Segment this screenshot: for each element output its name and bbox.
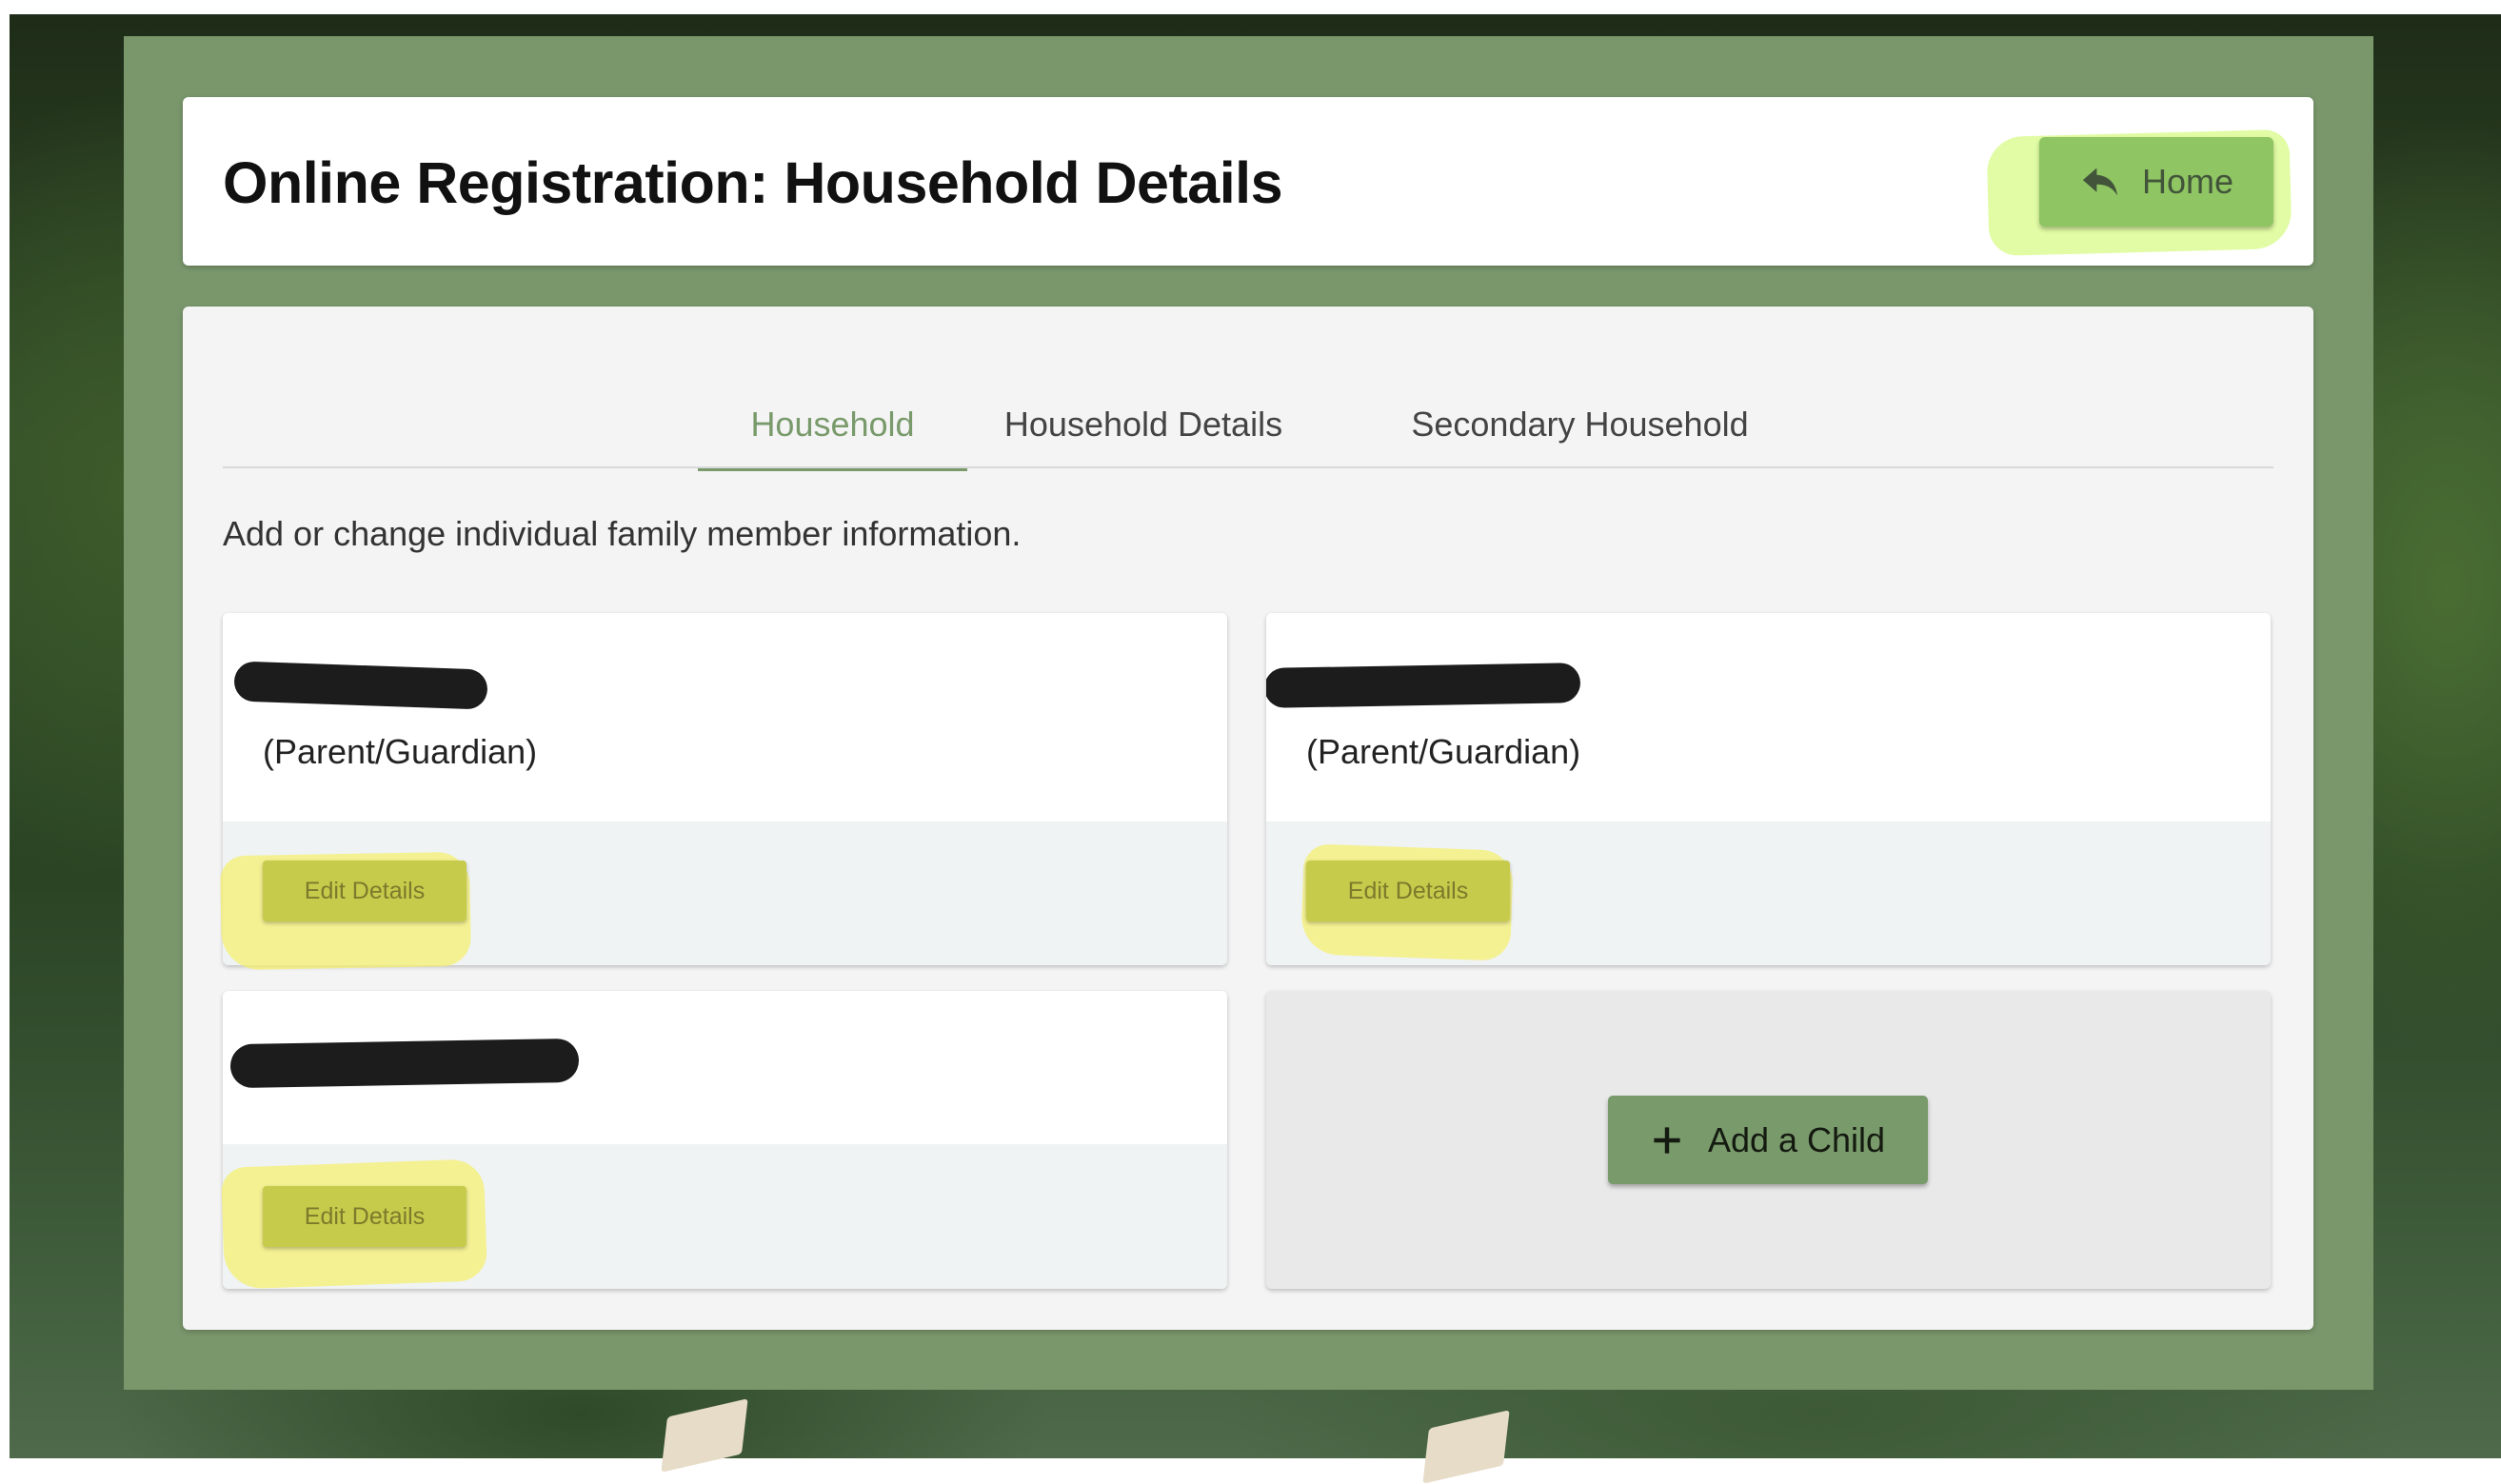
redacted-name [1266, 663, 1581, 708]
member-role: (Parent/Guardian) [263, 732, 538, 771]
tab-secondary-household-label: Secondary Household [1411, 405, 1749, 444]
edit-details-button[interactable]: Edit Details [263, 1186, 466, 1247]
redacted-name [233, 661, 488, 710]
add-child-card: Add a Child [1266, 991, 2271, 1289]
edit-details-button[interactable]: Edit Details [1306, 861, 1510, 921]
tab-household[interactable]: Household [698, 381, 967, 471]
home-button-label: Home [2141, 162, 2234, 201]
household-card: Household Household Details Secondary Ho… [183, 307, 2313, 1330]
redacted-name [229, 1038, 580, 1089]
intro-text: Add or change individual family member i… [223, 514, 1022, 553]
reply-arrow-icon [2079, 163, 2121, 201]
tab-household-details[interactable]: Household Details [994, 381, 1293, 468]
page-title: Online Registration: Household Details [223, 150, 1283, 215]
tab-household-label: Household [750, 405, 915, 444]
edit-details-button[interactable]: Edit Details [263, 861, 466, 921]
tabs-divider [223, 466, 2273, 468]
plus-icon [1651, 1124, 1683, 1157]
home-button[interactable]: Home [2039, 137, 2273, 227]
tab-household-details-label: Household Details [1003, 405, 1283, 444]
add-child-button[interactable]: Add a Child [1608, 1096, 1928, 1184]
tab-secondary-household[interactable]: Secondary Household [1401, 381, 1758, 468]
member-role: (Parent/Guardian) [1306, 732, 1581, 771]
add-child-label: Add a Child [1707, 1119, 1886, 1159]
